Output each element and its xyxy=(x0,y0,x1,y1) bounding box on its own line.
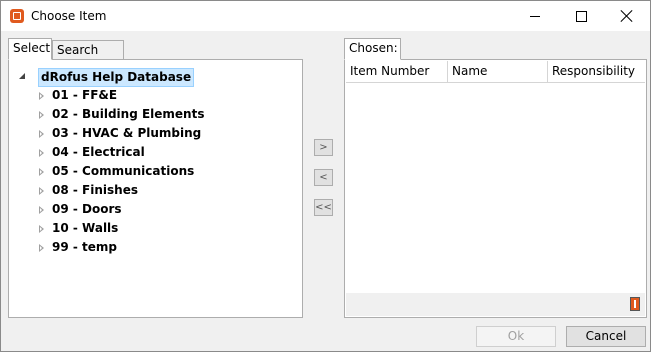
remove-all-button[interactable]: << xyxy=(314,199,333,216)
close-icon xyxy=(621,10,633,22)
maximize-button[interactable] xyxy=(558,1,604,31)
tree-item-label[interactable]: 08 - Finishes xyxy=(52,181,138,200)
column-header-item-number[interactable]: Item Number xyxy=(346,61,448,82)
close-button[interactable] xyxy=(604,1,650,31)
tree-item-label[interactable]: 05 - Communications xyxy=(52,162,194,181)
collapsed-arrow-icon[interactable] xyxy=(39,225,44,233)
tab-search[interactable]: Search (F3) xyxy=(52,40,124,76)
tree-item-label[interactable]: 09 - Doors xyxy=(52,200,122,219)
chosen-items-grid[interactable]: Item Number Name Responsibility xyxy=(344,59,647,318)
tree-item-label[interactable]: 10 - Walls xyxy=(52,219,118,238)
tree-item-label[interactable]: 99 - temp xyxy=(52,238,117,257)
tab-select[interactable]: Select xyxy=(8,38,52,60)
maximize-icon xyxy=(575,10,587,22)
collapsed-arrow-icon[interactable] xyxy=(39,187,44,195)
tree-root-label[interactable]: dRofus Help Database xyxy=(38,68,195,87)
minimize-icon xyxy=(530,15,540,17)
tree-item-label[interactable]: 03 - HVAC & Plumbing xyxy=(52,124,201,143)
collapsed-arrow-icon[interactable] xyxy=(39,168,44,176)
collapsed-arrow-icon[interactable] xyxy=(39,206,44,214)
app-icon xyxy=(10,9,24,23)
collapsed-arrow-icon[interactable] xyxy=(39,149,44,157)
tree-item-label[interactable]: 01 - FF&E xyxy=(52,86,117,105)
add-item-button[interactable]: > xyxy=(314,139,333,156)
grid-header: Item Number Name Responsibility xyxy=(346,61,645,83)
window-title: Choose Item xyxy=(31,9,107,23)
collapsed-arrow-icon[interactable] xyxy=(39,130,44,138)
title-bar[interactable]: Choose Item xyxy=(1,1,650,31)
bookmark-icon[interactable] xyxy=(630,297,640,311)
tree-item-label[interactable]: 02 - Building Elements xyxy=(52,105,204,124)
expanded-arrow-icon[interactable] xyxy=(19,73,25,79)
tab-chosen[interactable]: Chosen: xyxy=(344,38,401,60)
collapsed-arrow-icon[interactable] xyxy=(39,244,44,252)
column-header-responsibility[interactable]: Responsibility xyxy=(548,61,645,82)
remove-item-button[interactable]: < xyxy=(314,169,333,186)
ok-button[interactable]: Ok xyxy=(476,326,556,347)
minimize-button[interactable] xyxy=(512,1,558,31)
cancel-button[interactable]: Cancel xyxy=(566,326,646,347)
item-tree[interactable]: dRofus Help Database 01 - FF&E 02 - Buil… xyxy=(8,59,303,318)
collapsed-arrow-icon[interactable] xyxy=(39,111,44,119)
tree-item-label[interactable]: 04 - Electrical xyxy=(52,143,145,162)
collapsed-arrow-icon[interactable] xyxy=(39,92,44,100)
column-header-name[interactable]: Name xyxy=(448,61,548,82)
choose-item-dialog: Choose Item Search (F3) Select dRofus He… xyxy=(0,0,651,352)
grid-footer xyxy=(346,293,645,316)
